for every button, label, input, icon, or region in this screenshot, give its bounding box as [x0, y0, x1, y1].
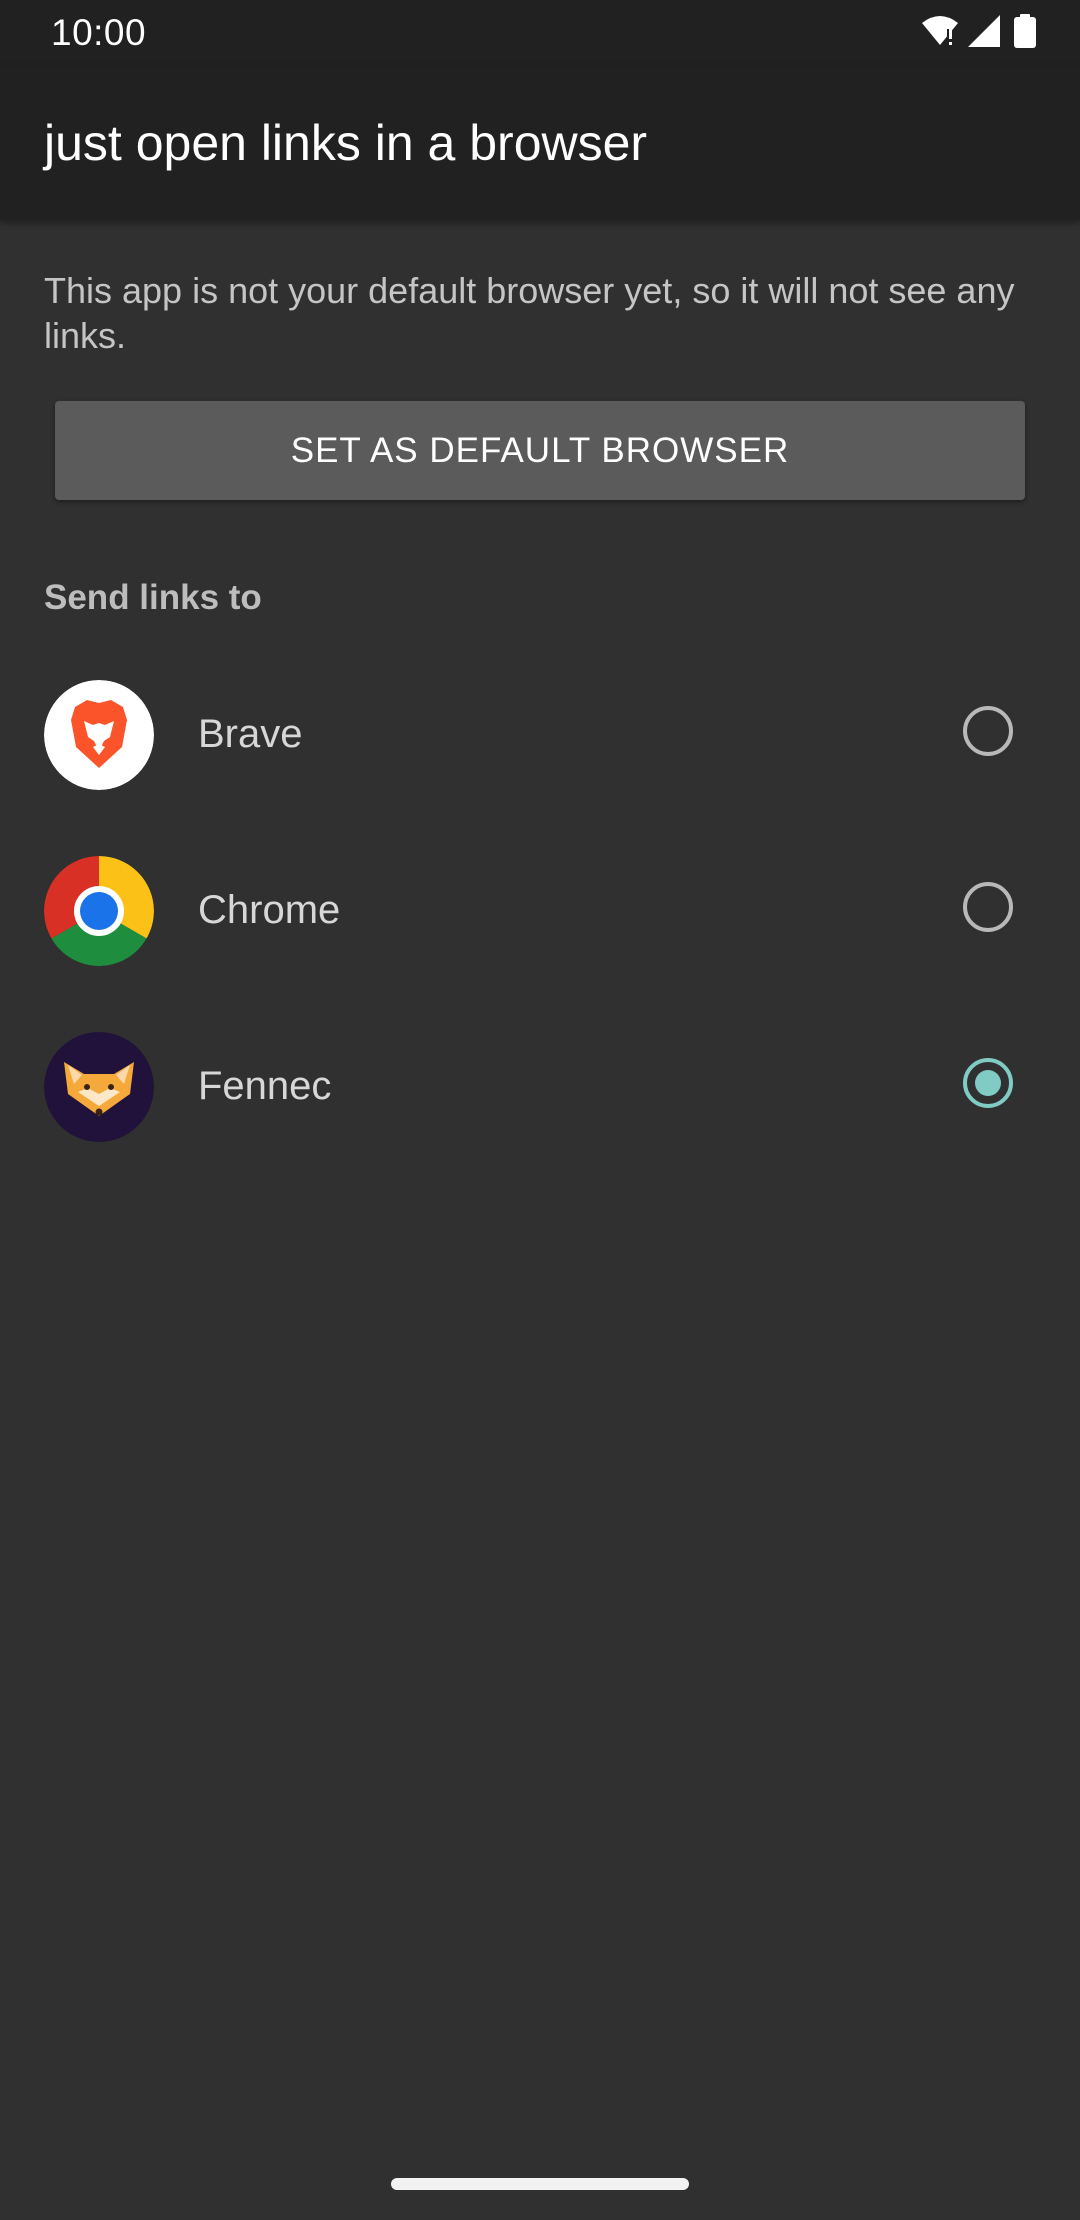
brave-logo-icon [44, 680, 154, 790]
send-links-header: Send links to [44, 578, 262, 617]
app-title: just open links in a browser [44, 115, 648, 171]
default-browser-notice: This app is not your default browser yet… [44, 270, 1015, 356]
radio-selected-dot [975, 1070, 1001, 1096]
radio-chrome[interactable] [963, 882, 1013, 932]
radio-fennec[interactable] [963, 1058, 1013, 1108]
screen: 10:00 just open links in a browser This … [0, 0, 1080, 2220]
home-gesture-bar[interactable] [391, 2178, 689, 2190]
cell-signal-icon [968, 14, 1002, 52]
status-time: 10:00 [51, 12, 147, 53]
app-bar: just open links in a browser [0, 66, 1080, 220]
chrome-logo-icon [44, 856, 154, 966]
browser-label-chrome: Chrome [198, 888, 341, 932]
battery-icon [1010, 13, 1040, 53]
fennec-logo-icon [44, 1032, 154, 1142]
browser-row-brave[interactable]: Brave [0, 660, 1080, 810]
browser-row-chrome[interactable]: Chrome [0, 836, 1080, 986]
browser-label-brave: Brave [198, 712, 303, 756]
radio-brave[interactable] [963, 706, 1013, 756]
browser-label-fennec: Fennec [198, 1064, 332, 1108]
wifi-icon [920, 15, 960, 52]
set-default-browser-button[interactable]: SET AS DEFAULT BROWSER [55, 401, 1025, 500]
browser-row-fennec[interactable]: Fennec [0, 1012, 1080, 1162]
status-icons [920, 13, 1040, 53]
status-bar: 10:00 [0, 0, 1080, 66]
